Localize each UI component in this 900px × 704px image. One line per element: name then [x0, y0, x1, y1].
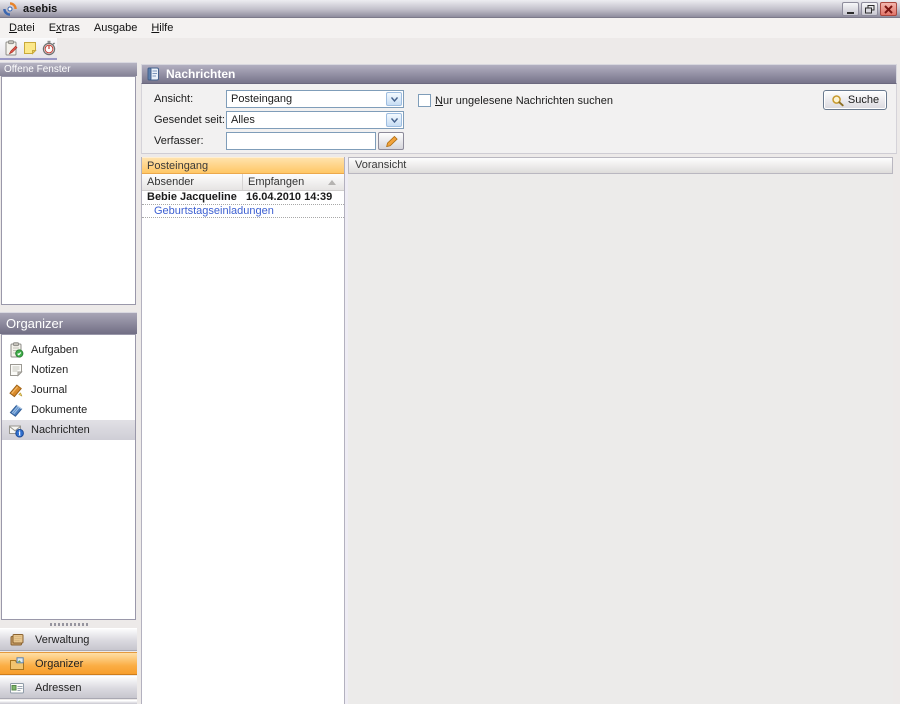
close-button[interactable] — [880, 2, 897, 16]
column-header-empfangen[interactable]: Empfangen — [243, 174, 344, 190]
documents-icon — [9, 404, 23, 417]
menu-datei[interactable]: Datei — [2, 20, 42, 36]
yellow-note-icon — [23, 42, 37, 55]
nav-button-label: Adressen — [35, 681, 82, 694]
open-windows-title: Offene Fenster — [4, 64, 71, 75]
inbox-header: Posteingang — [142, 157, 344, 174]
organizer-panel-header: Organizer — [0, 312, 137, 334]
message-received: 16.04.2010 14:39 — [246, 191, 333, 203]
new-note-button[interactable] — [21, 40, 38, 57]
verfasser-picker-button[interactable] — [378, 132, 404, 150]
close-icon — [884, 4, 893, 14]
nav-strip — [0, 700, 137, 704]
nav-button-label: Verwaltung — [35, 633, 90, 646]
message-row[interactable]: Bebie Jacqueline 16.04.2010 14:39 Geburt… — [142, 191, 344, 218]
organizer-icon — [10, 656, 24, 670]
sidebar-splitter-handle[interactable] — [0, 620, 137, 628]
inbox-title: Posteingang — [147, 160, 209, 172]
chevron-down-icon[interactable] — [386, 92, 402, 106]
window-title: asebis — [23, 2, 58, 15]
nachrichten-header-icon — [147, 67, 159, 81]
notes-icon — [10, 364, 23, 377]
sidebar-item-label: Nachrichten — [31, 424, 90, 436]
ansicht-selected-value: Posteingang — [231, 93, 293, 105]
clipboard-pen-icon — [5, 40, 17, 56]
preview-panel: Voransicht — [348, 157, 893, 704]
menu-hilfe[interactable]: Hilfe — [144, 20, 180, 36]
chevron-down-icon[interactable] — [386, 113, 402, 127]
ansicht-select[interactable]: Posteingang — [226, 90, 404, 108]
menu-bar: Datei Extras Ausgabe Hilfe — [0, 18, 900, 38]
preview-header: Voransicht — [348, 157, 893, 174]
verwaltung-icon — [10, 633, 24, 645]
sidebar-item-dokumente[interactable]: Dokumente — [2, 400, 135, 420]
new-task-button[interactable] — [2, 40, 19, 57]
unread-checkbox-label[interactable]: Nur ungelesene Nachrichten suchen — [435, 95, 613, 107]
sidebar-item-label: Aufgaben — [31, 344, 79, 356]
organizer-item-list: Aufgaben Notizen Journal Dokumente i Nac… — [1, 334, 136, 620]
menu-extras[interactable]: Extras — [42, 20, 87, 36]
preview-title: Voransicht — [355, 159, 407, 171]
sidebar-item-nachrichten[interactable]: i Nachrichten — [2, 420, 135, 440]
sidebar-item-aufgaben[interactable]: Aufgaben — [2, 340, 135, 360]
open-windows-header: Offene Fenster — [0, 62, 137, 76]
tasks-icon — [10, 342, 24, 358]
open-windows-list[interactable] — [1, 76, 136, 305]
ansicht-label: Ansicht: — [154, 93, 194, 105]
messages-icon: i — [9, 425, 24, 438]
message-subject-link[interactable]: Geburtstagseinladungen — [142, 205, 344, 218]
app-logo-icon — [3, 1, 17, 16]
search-button[interactable]: Suche — [823, 90, 887, 110]
search-icon — [832, 94, 844, 106]
menu-ausgabe[interactable]: Ausgabe — [87, 20, 144, 36]
sidebar-item-notizen[interactable]: Notizen — [2, 360, 135, 380]
timer-button[interactable] — [40, 40, 57, 57]
search-form: Ansicht: Posteingang Nur ungelesene Nach… — [141, 84, 897, 154]
pencil-icon — [385, 135, 398, 147]
column-header-absender[interactable]: Absender — [142, 174, 243, 190]
sidebar-item-label: Journal — [31, 384, 68, 396]
main-panel-header: Nachrichten — [141, 64, 897, 84]
inbox-panel: Posteingang Absender Empfangen Bebie Jac… — [141, 157, 345, 704]
sidebar-item-journal[interactable]: Journal — [2, 380, 135, 400]
inbox-column-headers: Absender Empfangen — [142, 174, 344, 191]
nav-button-adressen[interactable]: Adressen — [0, 676, 137, 699]
title-bar: asebis — [0, 0, 900, 18]
nav-button-verwaltung[interactable]: Verwaltung — [0, 628, 137, 651]
organizer-panel-title: Organizer — [6, 316, 64, 331]
nav-button-label: Organizer — [35, 657, 84, 670]
message-sender: Bebie Jacqueline — [147, 191, 237, 203]
gesendet-selected-value: Alles — [231, 114, 255, 126]
minimize-button[interactable] — [842, 2, 859, 16]
main-panel-title: Nachrichten — [166, 67, 236, 81]
unread-checkbox[interactable] — [418, 94, 431, 107]
journal-icon — [9, 384, 23, 398]
gesendet-select[interactable]: Alles — [226, 111, 404, 129]
verfasser-input[interactable] — [226, 132, 376, 150]
sidebar-item-label: Notizen — [31, 364, 69, 376]
restore-icon — [864, 4, 874, 13]
gesendet-label: Gesendet seit: — [154, 114, 225, 126]
stopwatch-icon — [42, 40, 55, 56]
search-button-label: Suche — [847, 94, 880, 106]
nav-button-organizer[interactable]: Organizer — [0, 652, 137, 675]
sidebar-item-label: Dokumente — [31, 404, 88, 416]
verfasser-label: Verfasser: — [154, 135, 204, 147]
restore-button[interactable] — [861, 2, 878, 16]
sort-ascending-icon — [328, 180, 336, 185]
adressen-icon — [10, 682, 24, 693]
toolbar — [0, 38, 57, 60]
